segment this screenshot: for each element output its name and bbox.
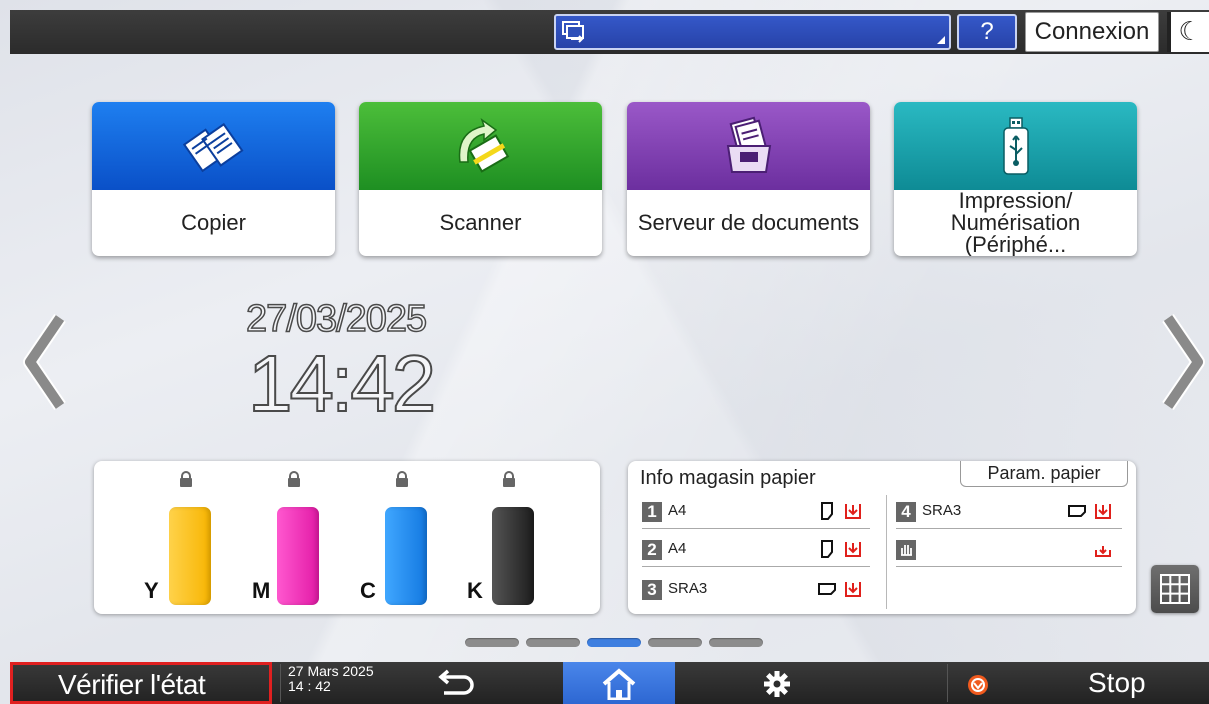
bottom-date: 27 Mars 2025 — [288, 663, 374, 679]
app-document-server-label: Serveur de documents — [637, 210, 860, 235]
tray-row: 1 A4 — [642, 499, 870, 529]
stop-indicator-icon — [968, 675, 988, 695]
app-document-server[interactable]: Serveur de documents — [627, 102, 870, 256]
page-dot-active[interactable] — [587, 638, 641, 647]
home-time: 14:42 — [247, 338, 437, 429]
stop-button[interactable]: Stop — [1088, 662, 1198, 704]
grid-icon — [1160, 574, 1190, 604]
app-copier-label: Copier — [181, 210, 246, 235]
lock-icon — [396, 471, 408, 487]
tray-paper-size: A4 — [668, 502, 687, 519]
tray-row: 2 A4 — [642, 537, 870, 567]
tray-paper-size: SRA3 — [668, 580, 708, 597]
tray-row-bypass — [896, 537, 1122, 567]
app-copier-header — [92, 102, 335, 190]
tray-row: 3 SRA3 — [642, 577, 870, 607]
tray-row-divider — [642, 528, 870, 529]
tray-row: 4 SRA3 — [896, 499, 1122, 529]
tray-column-divider — [886, 495, 887, 609]
paper-tray-title: Info magasin papier — [640, 467, 816, 489]
tray-number: 3 — [642, 580, 662, 600]
toner-magenta: M — [252, 471, 320, 605]
portrait-paper-icon — [821, 502, 833, 520]
toner-black: K — [467, 471, 535, 605]
app-scanner-header — [359, 102, 602, 190]
app-scanner[interactable]: Scanner — [359, 102, 602, 256]
tray-row-divider — [642, 566, 870, 567]
app-print-scan-media[interactable]: Impression/ Numérisation (Périphé... — [894, 102, 1137, 256]
page-dot[interactable] — [465, 638, 519, 647]
landscape-paper-icon — [818, 583, 836, 595]
tray-row-divider — [896, 528, 1122, 529]
dropdown-corner-icon — [937, 36, 945, 44]
page-dot[interactable] — [709, 638, 763, 647]
bypass-tray-hand-icon — [896, 540, 916, 560]
app-scanner-label: Scanner — [439, 210, 522, 235]
tray-number: 2 — [642, 540, 662, 560]
landscape-paper-icon — [1068, 505, 1086, 517]
page-dot[interactable] — [648, 638, 702, 647]
paper-tray-info-widget[interactable]: Info magasin papier Param. papier 1 A4 2… — [628, 461, 1136, 614]
previous-page-arrow-icon[interactable] — [20, 312, 70, 412]
bottom-bar-divider — [947, 664, 948, 702]
toner-level-bar — [277, 507, 319, 605]
next-page-arrow-icon[interactable] — [1158, 312, 1208, 412]
home-date: 27/03/2025 — [245, 297, 428, 341]
app-print-scan-media-header — [894, 102, 1137, 190]
app-print-scan-media-label: Impression/ Numérisation (Périphé... — [950, 188, 1081, 256]
tray-paper-size: A4 — [668, 540, 687, 557]
document-server-icon — [726, 116, 771, 173]
toner-letter: K — [467, 578, 483, 603]
paper-settings-button[interactable]: Param. papier — [960, 461, 1128, 487]
portrait-paper-icon — [821, 540, 833, 558]
bottom-datetime: 27 Mars 2025 14 : 42 — [288, 664, 398, 694]
app-copier[interactable]: Copier — [92, 102, 335, 256]
bottom-bar-divider — [280, 664, 281, 702]
settings-gear-icon[interactable] — [760, 668, 794, 700]
energy-saver-button[interactable]: ☾ — [1167, 12, 1209, 52]
tray-number: 1 — [642, 502, 662, 522]
copier-icon — [182, 122, 243, 173]
back-button-icon[interactable] — [430, 668, 480, 700]
toner-letter: M — [252, 578, 271, 603]
help-button[interactable]: ? — [957, 14, 1017, 50]
page-dot[interactable] — [526, 638, 580, 647]
usb-drive-icon — [1002, 117, 1029, 175]
screen-switch-icon — [562, 21, 584, 43]
tray-paper-size: SRA3 — [922, 502, 962, 519]
toner-level-bar — [169, 507, 211, 605]
home-icon — [602, 668, 636, 700]
tray-row-divider — [896, 566, 1122, 567]
paper-level-icon — [845, 542, 861, 557]
home-button[interactable] — [563, 662, 675, 704]
toner-cyan: C — [360, 471, 428, 605]
lock-icon — [180, 471, 192, 487]
paper-level-icon — [1095, 504, 1111, 519]
scanner-icon — [458, 118, 509, 173]
toner-level-bar — [385, 507, 427, 605]
lock-icon — [503, 471, 515, 487]
toner-status-widget[interactable]: Y M C K — [94, 461, 600, 614]
check-status-button[interactable]: Vérifier l'état — [10, 662, 272, 704]
top-bar: ? Connexion ☾ — [10, 10, 1209, 54]
tray-number: 4 — [896, 502, 916, 522]
paper-level-icon — [1095, 546, 1111, 557]
paper-level-icon — [845, 504, 861, 519]
login-button[interactable]: Connexion — [1025, 12, 1159, 52]
app-list-button[interactable] — [1151, 565, 1199, 613]
paper-level-icon — [845, 582, 861, 597]
toner-yellow: Y — [144, 471, 212, 605]
app-document-server-header — [627, 102, 870, 190]
lock-icon — [288, 471, 300, 487]
toner-letter: Y — [144, 578, 159, 603]
toner-letter: C — [360, 578, 376, 603]
page-indicator — [465, 638, 763, 648]
bottom-time: 14 : 42 — [288, 678, 331, 694]
function-select-dropdown[interactable] — [554, 14, 951, 50]
toner-level-bar — [492, 507, 534, 605]
bottom-bar: Vérifier l'état 27 Mars 2025 14 : 42 Sto… — [10, 662, 1209, 704]
moon-icon: ☾ — [1178, 16, 1202, 46]
